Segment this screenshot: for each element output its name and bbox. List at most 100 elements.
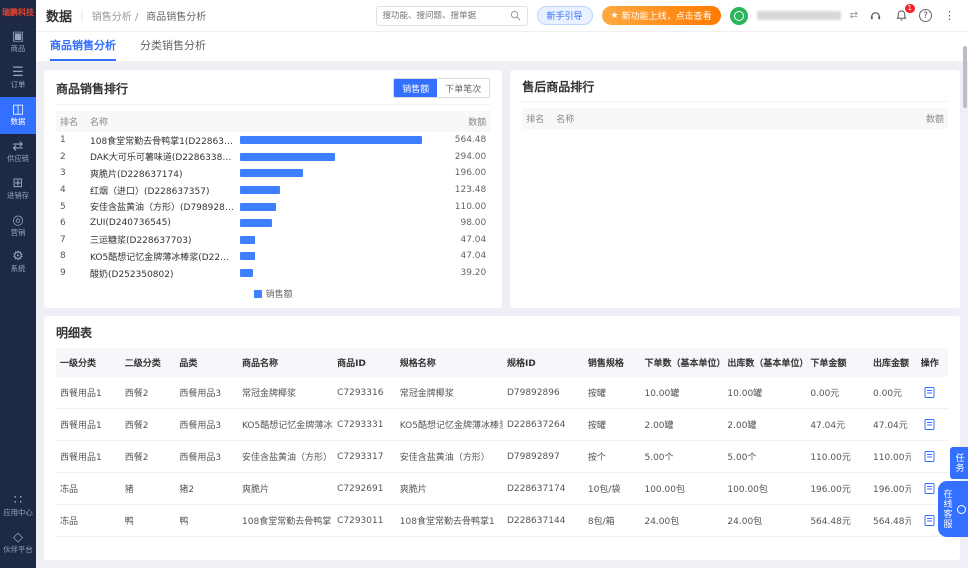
partner-icon: ◇ xyxy=(13,530,23,546)
bar-track xyxy=(240,235,422,244)
cell: 100.00包 xyxy=(723,472,807,505)
sidebar-item-label: 应用中心 xyxy=(3,508,33,518)
view-detail-icon[interactable] xyxy=(923,514,936,527)
page-content: 商品销售排行 销售额 下单笔次 排名 名称 数额 1 108食堂常勤去骨鸭掌1(D2… xyxy=(36,62,968,568)
view-detail-icon[interactable] xyxy=(923,386,936,399)
operation-cell xyxy=(911,377,948,409)
cell: 108食堂常勤去骨鸭掌 xyxy=(238,504,334,537)
avatar[interactable] xyxy=(729,6,748,25)
column-header: 一级分类 xyxy=(56,348,121,377)
scrollbar-thumb[interactable] xyxy=(963,46,967,108)
newbie-guide-button[interactable]: 新手引导 xyxy=(536,6,593,25)
cell: 10包/袋 xyxy=(583,472,641,505)
notification-bell-icon[interactable]: 1 xyxy=(893,3,915,24)
tab-product-sales[interactable]: 商品销售分析 xyxy=(50,37,116,61)
cell: 110.00元 xyxy=(806,440,870,473)
sidebar-item-orders[interactable]: ☰ 订单 xyxy=(0,60,36,97)
marketing-icon: ◎ xyxy=(12,212,24,228)
ranking-row: 9 酸奶(D252350802) 39.20 xyxy=(56,265,490,282)
notification-badge: 1 xyxy=(904,3,915,13)
sidebar-item-partner[interactable]: ◇ 伙伴平台 xyxy=(0,525,36,562)
cell: 564.48元 xyxy=(869,504,912,537)
tab-category-sales[interactable]: 分类销售分析 xyxy=(140,37,206,61)
product-name: 红烟（进口）(D228637357) xyxy=(90,186,210,197)
more-menu-icon[interactable]: ⋮ xyxy=(941,8,958,24)
detail-body: 西餐用品1 西餐2 西餐用品3 常冠金牌椰浆 C7293316 常冠金牌椰浆 D798928… xyxy=(56,377,948,537)
cell: 5.00个 xyxy=(723,440,807,473)
cell: 564.48元 xyxy=(806,504,870,537)
breadcrumb-root[interactable]: 数据 xyxy=(46,6,72,25)
cell: 西餐2 xyxy=(120,408,176,441)
sales-bar xyxy=(240,136,423,145)
cell: C7293011 xyxy=(333,504,396,537)
cell: 西餐用品3 xyxy=(175,377,239,409)
cell: 爽脆片 xyxy=(238,472,334,505)
breadcrumb-path[interactable]: 销售分析 / xyxy=(92,8,139,23)
cell: KO5酷想记忆金牌薄冰棒浆 xyxy=(395,408,503,441)
supply-icon: ⇄ xyxy=(12,138,24,154)
task-float-tab[interactable]: 任务 xyxy=(950,447,968,479)
sales-ranking-title: 商品销售排行 xyxy=(56,81,129,96)
product-name: 爽脆片(D228637174) xyxy=(90,169,183,180)
bar-track xyxy=(240,269,422,278)
cell: 108食堂常勤去骨鸭掌1 xyxy=(395,504,503,537)
sidebar-item-system[interactable]: ⚙ 系统 xyxy=(0,244,36,281)
cell: 5.00个 xyxy=(640,440,724,473)
table-row: 西餐用品1西餐2西餐用品3KO5酷想记忆金牌薄冰棒浆C7293331KO5酷想记… xyxy=(56,408,948,441)
cell: 西餐用品3 xyxy=(175,408,239,441)
main-area: 数据 | 销售分析 / 商品销售分析 新手引导 ★ 新功能上线，点击查看 ⇄ 1 xyxy=(36,0,968,568)
breadcrumb-divider: | xyxy=(80,9,84,22)
sidebar-item-supply[interactable]: ⇄ 供应链 xyxy=(0,134,36,171)
product-name: 安佳含盐黄油（方形）(D79892897) xyxy=(90,203,240,214)
sidebar-item-data[interactable]: ◫ 数据 xyxy=(0,97,36,134)
cell: 2.00罐 xyxy=(640,408,724,441)
switch-account-icon[interactable]: ⇄ xyxy=(850,10,858,21)
sidebar-item-marketing[interactable]: ◎ 营销 xyxy=(0,208,36,245)
cell: 110.00元 xyxy=(869,440,912,473)
sidebar-nav: ▣ 商品 ☰ 订单 ◫ 数据 ⇄ 供应链 ⊞ 进销存 ◎ 营销 ⚙ 系统 xyxy=(0,24,36,282)
sales-bar xyxy=(240,202,276,211)
sidebar-item-apps[interactable]: ∷ 应用中心 xyxy=(0,488,36,525)
sales-bar xyxy=(240,252,256,261)
view-detail-icon[interactable] xyxy=(923,418,936,431)
inventory-icon: ⊞ xyxy=(12,175,24,191)
bar-track xyxy=(240,186,422,195)
support-headset-icon[interactable] xyxy=(867,8,884,24)
view-detail-icon[interactable] xyxy=(923,482,936,495)
search-input[interactable] xyxy=(382,10,506,21)
product-name: 108食堂常勤去骨鸭掌1(D228637144) xyxy=(90,136,240,147)
product-name: KO5酷想记忆优质之选黑的板砖(D228634296) xyxy=(90,283,240,284)
cell: 西餐用品1 xyxy=(56,408,121,441)
sales-ranking-card: 商品销售排行 销售额 下单笔次 排名 名称 数额 1 108食堂常勤去骨鸭掌1(D2… xyxy=(44,70,503,308)
sales-bar xyxy=(240,269,253,278)
cell: D228637144 xyxy=(502,504,584,537)
sidebar-item-inventory[interactable]: ⊞ 进销存 xyxy=(0,171,36,208)
cell: 按个 xyxy=(583,440,641,473)
sales-value: 123.48 xyxy=(454,185,487,196)
toggle-sales-amount[interactable]: 销售额 xyxy=(394,79,438,97)
ranking-row: 6 ZUI(D240736545) 98.00 xyxy=(56,215,490,232)
column-header: 下单数（基本单位） xyxy=(640,348,724,377)
toggle-order-count[interactable]: 下单笔次 xyxy=(437,79,490,97)
cell: C7293316 xyxy=(333,377,396,409)
view-detail-icon[interactable] xyxy=(923,450,936,463)
sales-bar xyxy=(240,186,280,195)
cell: 24.00包 xyxy=(640,504,724,537)
bar-track xyxy=(240,219,422,228)
column-header: 销售规格 xyxy=(583,348,641,377)
product-name: ZUI(D240736545) xyxy=(90,218,171,229)
cell: 196.00元 xyxy=(806,472,870,505)
help-icon[interactable]: ? xyxy=(919,9,932,22)
table-row: 西餐用品1 西餐2 西餐用品3 常冠金牌椰浆 C7293316 常冠金牌椰浆 D798928… xyxy=(56,377,948,409)
detail-table-card: 明细表 一级分类 二级分类 品类 商品名称 商品ID 规格名称 规格ID 销售规格 下单数（基本… xyxy=(44,316,960,560)
new-feature-banner[interactable]: ★ 新功能上线，点击查看 xyxy=(601,6,721,25)
sidebar-item-label: 供应链 xyxy=(6,154,30,163)
cell: 鸭 xyxy=(175,504,239,537)
sidebar-item-goods[interactable]: ▣ 商品 xyxy=(0,24,36,61)
search-icon xyxy=(510,10,520,21)
bar-track xyxy=(240,252,422,261)
bar-track xyxy=(240,136,423,145)
cell: 24.00包 xyxy=(723,504,807,537)
customer-service-float-tab[interactable]: 在线客服 xyxy=(938,481,968,537)
cell: 8包/箱 xyxy=(583,504,641,537)
